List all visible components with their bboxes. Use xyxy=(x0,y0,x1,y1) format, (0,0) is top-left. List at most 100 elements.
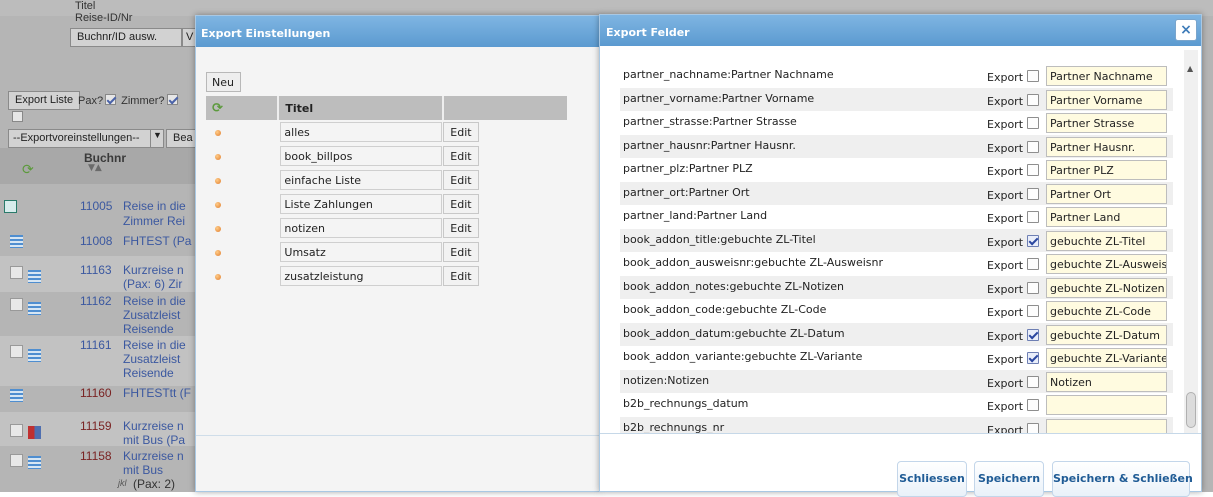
preset-title[interactable]: notizen xyxy=(280,218,443,238)
bea-button[interactable]: Bea xyxy=(166,129,196,148)
preset-title[interactable]: Umsatz xyxy=(280,242,443,262)
export-checkbox[interactable] xyxy=(1027,93,1039,106)
field-label-input[interactable]: Partner Vorname xyxy=(1046,89,1167,110)
edit-button[interactable]: Edit xyxy=(443,218,479,238)
export-checkbox[interactable] xyxy=(1027,375,1039,388)
export-checkbox[interactable] xyxy=(1027,328,1039,341)
preset-row[interactable]: notizen Edit xyxy=(206,216,567,240)
field-name: partner_ort:Partner Ort xyxy=(623,185,750,199)
scrollbar-thumb[interactable] xyxy=(1186,392,1196,428)
field-name: book_addon_code:gebuchte ZL-Code xyxy=(623,303,827,316)
sort-arrows-icon[interactable]: ▼▲ xyxy=(88,163,102,173)
field-label-input[interactable]: Partner Hausnr. xyxy=(1046,136,1167,157)
export-field-row: b2b_rechnungs_datum Export xyxy=(620,393,1173,417)
list-icon[interactable] xyxy=(28,302,41,315)
buchnr-id-button[interactable]: Buchnr/ID ausw. xyxy=(70,28,182,47)
field-label-input[interactable]: Partner Land xyxy=(1046,207,1167,227)
field-label-input[interactable]: Partner Ort xyxy=(1046,183,1167,204)
edit-button[interactable]: Edit xyxy=(443,170,479,190)
export-felder-titlebar[interactable]: Export Felder × xyxy=(600,15,1201,46)
export-checkbox[interactable] xyxy=(1027,305,1039,317)
chevron-down-icon[interactable]: ▼ xyxy=(150,129,164,148)
edit-button[interactable]: Edit xyxy=(443,194,479,214)
export-checkbox[interactable] xyxy=(1027,211,1039,223)
refresh-icon[interactable]: ⟳ xyxy=(22,162,34,178)
field-label-input[interactable]: Partner Nachname xyxy=(1046,66,1167,86)
edit-button[interactable]: Edit xyxy=(443,266,479,286)
booking-number: 11008 xyxy=(80,234,113,248)
export-checkbox[interactable] xyxy=(1027,70,1039,82)
preset-row[interactable]: alles Edit xyxy=(206,120,567,144)
export-checkbox[interactable] xyxy=(1027,352,1039,364)
booking-number: 11005 xyxy=(80,199,113,213)
preset-row[interactable]: book_billpos Edit xyxy=(206,144,567,168)
preset-title[interactable]: Liste Zahlungen xyxy=(280,194,443,214)
document-icon[interactable] xyxy=(10,424,23,437)
export-checkbox[interactable] xyxy=(1027,140,1039,153)
pax-checkbox[interactable] xyxy=(105,94,117,105)
export-checkbox[interactable] xyxy=(1027,164,1039,176)
preset-title[interactable]: zusatzleistung xyxy=(280,266,443,286)
list-icon[interactable] xyxy=(28,349,41,362)
preset-row[interactable]: Umsatz Edit xyxy=(206,240,567,264)
edit-button[interactable]: Edit xyxy=(443,242,479,262)
export-label: Export xyxy=(987,71,1024,84)
booking-title: Kurzreise n xyxy=(123,449,184,463)
extra-checkbox[interactable] xyxy=(12,111,23,122)
field-label-input[interactable]: gebuchte ZL-Notizen xyxy=(1046,277,1167,298)
field-label-input[interactable] xyxy=(1046,395,1167,415)
scrollbar[interactable]: ▲ ▼ xyxy=(1184,50,1198,450)
field-label-input[interactable]: Notizen xyxy=(1046,371,1167,392)
document-icon[interactable] xyxy=(10,298,23,311)
field-label-input[interactable]: gebuchte ZL-Datum xyxy=(1046,324,1167,345)
field-name: partner_strasse:Partner Strasse xyxy=(623,115,797,128)
field-label-input[interactable]: Partner PLZ xyxy=(1046,160,1167,180)
export-einstellungen-titlebar[interactable]: Export Einstellungen xyxy=(196,16,599,47)
exportvoreinstellungen-select[interactable]: --Exportvoreinstellungen-- xyxy=(8,129,164,148)
field-label-input[interactable]: gebuchte ZL-Titel xyxy=(1046,230,1167,251)
zimmer-checkbox[interactable] xyxy=(166,94,178,105)
flag-icon[interactable] xyxy=(28,426,41,439)
list-icon[interactable] xyxy=(28,270,41,283)
preset-row[interactable]: einfache Liste Edit xyxy=(206,168,567,192)
close-icon[interactable]: × xyxy=(1175,19,1197,41)
edit-button[interactable]: Edit xyxy=(443,146,479,166)
titel-label: Titel xyxy=(75,0,96,12)
document-icon[interactable] xyxy=(10,266,23,279)
document-icon[interactable] xyxy=(10,345,23,358)
edit-button[interactable]: Edit xyxy=(443,122,479,142)
scroll-up-icon[interactable]: ▲ xyxy=(1187,64,1193,73)
preset-title[interactable]: book_billpos xyxy=(280,146,443,166)
field-label-input[interactable]: Partner Strasse xyxy=(1046,113,1167,133)
booking-title: FHTEST (Pa xyxy=(123,234,192,248)
booking-subtitle: Zimmer Rei xyxy=(123,214,185,228)
export-liste-button[interactable]: Export Liste xyxy=(8,91,81,110)
pax-toggle[interactable]: Pax? Zimmer? xyxy=(78,94,180,107)
export-checkbox[interactable] xyxy=(1027,399,1039,411)
home-icon[interactable] xyxy=(4,200,17,213)
field-label-input[interactable]: gebuchte ZL-Variante xyxy=(1046,348,1167,368)
list-icon[interactable] xyxy=(10,389,23,402)
list-icon[interactable] xyxy=(10,235,23,248)
list-icon[interactable] xyxy=(28,456,41,469)
booking-subtitle: Reisende xyxy=(123,322,174,336)
document-icon[interactable] xyxy=(10,454,23,467)
export-checkbox[interactable] xyxy=(1027,117,1039,129)
export-label: Export xyxy=(987,329,1024,343)
export-checkbox[interactable] xyxy=(1027,187,1039,200)
preset-title[interactable]: alles xyxy=(280,122,443,142)
export-checkbox[interactable] xyxy=(1027,258,1039,270)
export-checkbox[interactable] xyxy=(1027,234,1039,247)
v-button[interactable]: V xyxy=(182,28,196,47)
booking-note: jkl xyxy=(118,478,127,488)
export-field-row: notizen:Notizen Export Notizen xyxy=(620,369,1173,393)
neu-button[interactable]: Neu xyxy=(206,72,241,92)
booking-subtitle: Zusatzleist xyxy=(123,308,181,322)
field-label-input[interactable]: gebuchte ZL-Ausweisnr xyxy=(1046,254,1167,274)
field-label-input[interactable]: gebuchte ZL-Code xyxy=(1046,301,1167,321)
preset-title[interactable]: einfache Liste xyxy=(280,170,443,190)
preset-row[interactable]: zusatzleistung Edit xyxy=(206,264,567,288)
preset-row[interactable]: Liste Zahlungen Edit xyxy=(206,192,567,216)
refresh-icon[interactable]: ⟳ xyxy=(206,96,280,120)
export-checkbox[interactable] xyxy=(1027,281,1039,294)
